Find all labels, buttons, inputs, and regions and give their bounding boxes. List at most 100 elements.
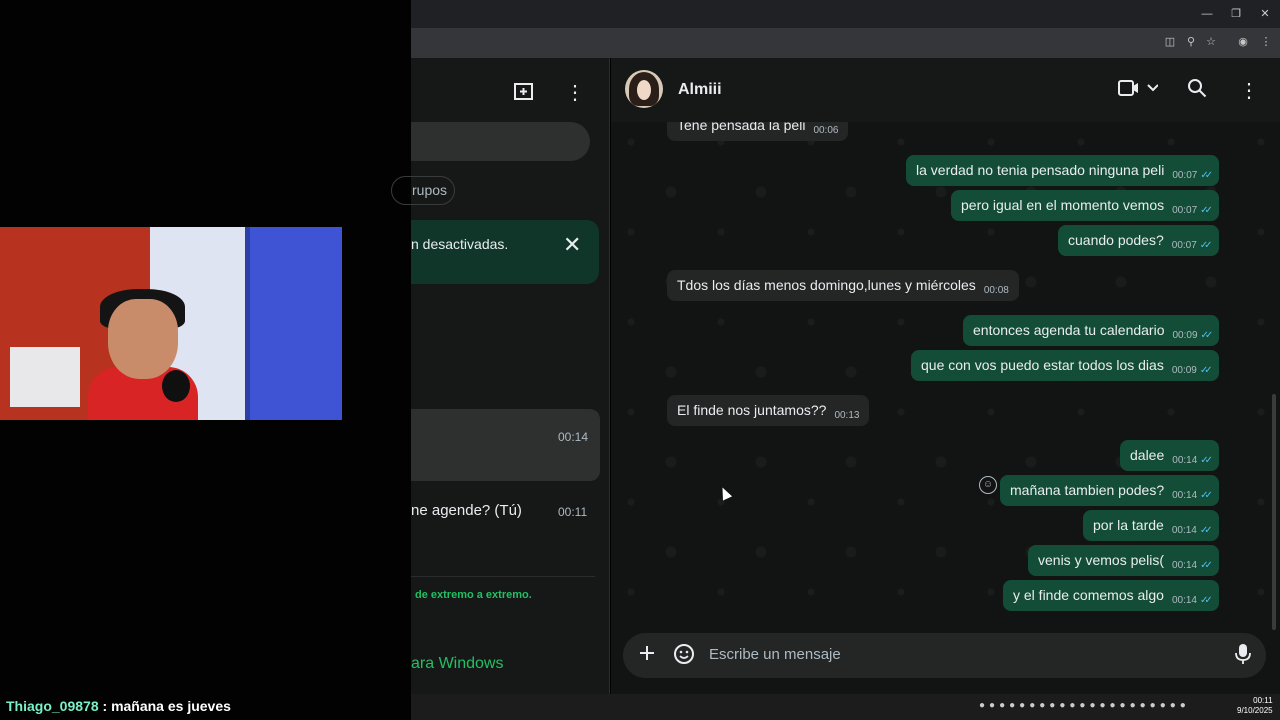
system-taskbar: ●●●●●●●●●●●●●●●●●●●●● 00:11 9/10/2025 [411, 694, 1280, 720]
message-outgoing[interactable]: por la tarde 00:14 ✓✓ [1083, 510, 1219, 541]
message-incoming[interactable]: El finde nos juntamos?? 00:13 [667, 395, 870, 426]
message-outgoing[interactable]: la verdad no tenia pensado ninguna peli 0… [906, 155, 1220, 186]
message-time: 00:14 [1171, 595, 1197, 606]
message-text: dalee [1130, 447, 1165, 463]
message-text: El finde nos juntamos?? [677, 402, 827, 418]
browser-menu-icon[interactable]: ⋮ [1258, 34, 1274, 50]
message-text: entonces agenda tu calendario [973, 322, 1165, 338]
emoji-reaction-icon[interactable]: ☺ [979, 476, 997, 494]
sticker-icon[interactable] [673, 643, 695, 671]
search-input[interactable] [411, 122, 590, 161]
zoom-icon[interactable]: ⚲ [1183, 34, 1199, 50]
message-outgoing[interactable]: mañana tambien podes? 00:14 ✓✓ [1000, 475, 1219, 506]
chat-time: 00:11 [558, 505, 588, 519]
notice-text: n desactivadas. [411, 236, 509, 252]
e2e-encryption-text[interactable]: de extremo a extremo. [415, 589, 532, 601]
read-receipt-icon: ✓✓ [1200, 490, 1213, 501]
bookmark-star-icon[interactable]: ☆ [1203, 34, 1219, 50]
message-time: 00:09 [1172, 330, 1198, 341]
video-call-icon[interactable] [1118, 78, 1159, 104]
stream-overlay: Thiago_09878 : mañana es jueves [0, 0, 411, 720]
message-text: Tene pensada la peli [677, 122, 806, 133]
close-icon[interactable]: ✕ [563, 232, 581, 258]
tray-icons[interactable]: ●●●●●●●●●●●●●●●●●●●●● [979, 700, 1190, 711]
sidebar-menu-icon[interactable]: ⋮ [565, 80, 585, 105]
close-window-icon[interactable]: ✕ [1256, 5, 1274, 23]
read-receipt-icon: ✓✓ [1200, 205, 1213, 216]
message-incoming[interactable]: Tdos los días menos domingo,lunes y miér… [667, 270, 1019, 301]
message-outgoing[interactable]: pero igual en el momento vemos 00:07 ✓✓ [951, 190, 1219, 221]
message-text: pero igual en el momento vemos [961, 197, 1165, 213]
divider [411, 576, 595, 577]
message-time: 00:09 [1171, 365, 1197, 376]
conversation-pane: Almiii ⋮ ☺ Tene pensada la peli 00:06 la v… [611, 58, 1280, 694]
message-time: 00:13 [834, 410, 860, 421]
chat-list-item-active[interactable]: 00:14 [411, 409, 600, 481]
read-receipt-icon: ✓✓ [1200, 455, 1213, 466]
message-time: 00:07 [1172, 205, 1198, 216]
message-outgoing[interactable]: dalee 00:14 ✓✓ [1120, 440, 1220, 471]
clock-date: 9/10/2025 [1237, 706, 1273, 715]
message-time: 00:08 [983, 285, 1009, 296]
read-receipt-icon: ✓✓ [1199, 365, 1213, 376]
system-clock[interactable]: 00:11 9/10/2025 [1237, 696, 1273, 716]
profile-icon[interactable]: ◉ [1235, 34, 1251, 50]
chat-list-sidebar: ⋮ rupos n desactivadas. ✕ 00:14 ne agend… [391, 58, 610, 694]
message-text: que con vos puedo estar todos los dias [921, 357, 1164, 373]
read-receipt-icon: ✓✓ [1199, 525, 1213, 536]
message-outgoing[interactable]: venis y vemos pelis( 00:14 ✓✓ [1028, 545, 1219, 576]
mouse-cursor [717, 485, 733, 501]
restore-icon[interactable]: ❐ [1227, 5, 1245, 23]
message-outgoing[interactable]: cuando podes? 00:07 ✓✓ [1058, 225, 1219, 256]
minimize-icon[interactable]: — [1198, 5, 1216, 23]
avatar[interactable] [625, 70, 663, 108]
message-list[interactable]: ☺ Tene pensada la peli 00:06 la verdad no … [611, 122, 1280, 630]
microphone-icon[interactable] [1235, 643, 1251, 671]
message-outgoing[interactable]: y el finde comemos algo 00:14 ✓✓ [1003, 580, 1219, 611]
message-text: Tdos los días menos domingo,lunes y miér… [677, 277, 976, 293]
message-incoming[interactable]: Tene pensada la peli 00:06 [667, 122, 849, 141]
get-windows-app-link[interactable]: ara Windows [411, 655, 503, 673]
message-time: 00:14 [1172, 560, 1198, 571]
message-time: 00:06 [813, 125, 839, 136]
scrollbar[interactable] [1272, 394, 1276, 630]
read-receipt-icon: ✓✓ [1200, 595, 1213, 606]
message-text: mañana tambien podes? [1010, 482, 1165, 498]
search-icon[interactable] [1187, 78, 1207, 104]
message-outgoing[interactable]: entonces agenda tu calendario 00:09 ✓✓ [963, 315, 1220, 346]
read-receipt-icon: ✓✓ [1200, 560, 1213, 571]
clock-time: 00:11 [1253, 696, 1273, 705]
window-titlebar: — ❐ ✕ [411, 0, 1280, 28]
chat-time: 00:14 [558, 430, 589, 444]
message-text: la verdad no tenia pensado ninguna peli [916, 162, 1165, 178]
chat-preview-text[interactable]: ne agende? (Tú) [411, 502, 522, 519]
read-receipt-icon: ✓✓ [1199, 240, 1213, 251]
message-composer [623, 633, 1266, 678]
stream-chat-line: Thiago_09878 : mañana es jueves [6, 698, 231, 714]
message-time: 00:07 [1171, 240, 1197, 251]
webcam-feed [0, 227, 342, 420]
new-chat-icon[interactable] [513, 80, 535, 108]
conversation-header[interactable]: Almiii ⋮ [611, 58, 1280, 122]
message-time: 00:14 [1172, 455, 1198, 466]
notifications-notice: n desactivadas. ✕ [411, 220, 599, 284]
attach-plus-icon[interactable] [637, 643, 657, 669]
read-receipt-icon: ✓✓ [1200, 330, 1214, 341]
message-input[interactable] [709, 646, 1209, 663]
message-time: 00:07 [1172, 170, 1198, 181]
read-receipt-icon: ✓✓ [1200, 170, 1213, 181]
message-time: 00:14 [1172, 490, 1198, 501]
chat-menu-icon[interactable]: ⋮ [1239, 78, 1259, 103]
install-app-icon[interactable]: ◫ [1162, 34, 1178, 50]
message-text: por la tarde [1093, 517, 1164, 533]
message-outgoing[interactable]: que con vos puedo estar todos los dias 00… [911, 350, 1219, 381]
message-text: cuando podes? [1068, 232, 1164, 248]
stream-chat-message: mañana es jueves [111, 698, 231, 714]
stream-chat-user: Thiago_09878 [6, 698, 99, 714]
message-time: 00:14 [1171, 525, 1197, 536]
filter-chip-groups[interactable]: rupos [391, 176, 455, 205]
message-text: y el finde comemos algo [1013, 587, 1164, 603]
message-text: venis y vemos pelis( [1038, 552, 1165, 568]
browser-toolbar: ◫ ⚲ ☆ ◉ ⋮ [411, 28, 1280, 58]
contact-name[interactable]: Almiii [678, 81, 722, 99]
